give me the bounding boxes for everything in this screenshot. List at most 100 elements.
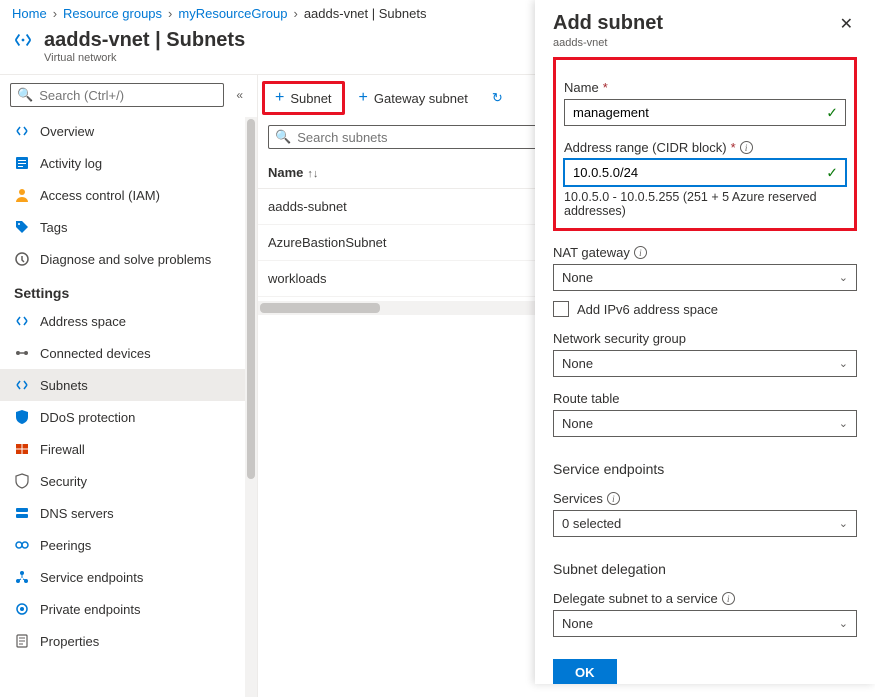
chevron-down-icon: ⌄: [839, 417, 848, 430]
nat-gateway-select[interactable]: None ⌄: [553, 264, 857, 291]
sidebar-item-label: Security: [40, 474, 87, 489]
range-label: Address range (CIDR block)* i: [564, 140, 846, 155]
sidebar-item-overview[interactable]: Overview: [0, 115, 257, 147]
sidebar-item-dns[interactable]: DNS servers: [0, 497, 257, 529]
nsg-label: Network security group: [553, 331, 857, 346]
sidebar: 🔍 « Overview Activity log Access control…: [0, 75, 258, 697]
chevron-down-icon: ⌄: [839, 517, 848, 530]
sidebar-item-label: DDoS protection: [40, 410, 135, 425]
breadcrumb-resource-groups[interactable]: Resource groups: [63, 6, 162, 21]
collapse-sidebar-button[interactable]: «: [232, 86, 247, 104]
sidebar-item-peerings[interactable]: Peerings: [0, 529, 257, 561]
sidebar-item-label: Firewall: [40, 442, 85, 457]
sidebar-item-private-endpoints[interactable]: Private endpoints: [0, 593, 257, 625]
page-subtitle: Virtual network: [44, 52, 245, 64]
sidebar-item-label: Overview: [40, 124, 94, 139]
service-endpoints-heading: Service endpoints: [553, 461, 857, 477]
sidebar-item-activity-log[interactable]: Activity log: [0, 147, 257, 179]
select-value: None: [562, 416, 593, 431]
sidebar-item-diagnose[interactable]: Diagnose and solve problems: [0, 243, 257, 275]
search-icon: 🔍: [275, 129, 291, 145]
security-icon: [14, 473, 30, 489]
breadcrumb-my-resource-group[interactable]: myResourceGroup: [178, 6, 287, 21]
add-subnet-button[interactable]: + Subnet: [262, 81, 345, 115]
sidebar-item-label: Tags: [40, 220, 67, 235]
breadcrumb-home[interactable]: Home: [12, 6, 47, 21]
sidebar-item-firewall[interactable]: Firewall: [0, 433, 257, 465]
sidebar-item-tags[interactable]: Tags: [0, 211, 257, 243]
breadcrumb-current: aadds-vnet | Subnets: [304, 6, 427, 21]
sidebar-item-label: Service endpoints: [40, 570, 143, 585]
vnet-outline-icon: [14, 123, 30, 139]
sidebar-item-label: Peerings: [40, 538, 91, 553]
sidebar-item-security[interactable]: Security: [0, 465, 257, 497]
ipv6-label: Add IPv6 address space: [577, 302, 718, 317]
toolbar-gateway-label: Gateway subnet: [374, 91, 468, 106]
select-value: None: [562, 270, 593, 285]
sidebar-item-service-endpoints[interactable]: Service endpoints: [0, 561, 257, 593]
sidebar-heading-settings: Settings: [0, 275, 257, 305]
sidebar-item-connected-devices[interactable]: Connected devices: [0, 337, 257, 369]
address-range-input[interactable]: [564, 159, 846, 186]
diagnose-icon: [14, 251, 30, 267]
subnets-icon: [14, 377, 30, 393]
sidebar-item-ddos[interactable]: DDoS protection: [0, 401, 257, 433]
ddos-icon: [14, 409, 30, 425]
add-subnet-panel: Add subnet aadds-vnet ✕ Name* ✓ Address …: [535, 0, 875, 684]
sidebar-scrollbar[interactable]: [245, 117, 257, 697]
sidebar-item-label: Diagnose and solve problems: [40, 252, 211, 267]
refresh-icon: ↻: [492, 90, 503, 106]
plus-icon: +: [275, 90, 284, 106]
sidebar-search[interactable]: 🔍: [10, 83, 224, 107]
info-icon[interactable]: i: [722, 592, 735, 605]
peerings-icon: [14, 537, 30, 553]
firewall-icon: [14, 441, 30, 457]
services-select[interactable]: 0 selected ⌄: [553, 510, 857, 537]
select-value: None: [562, 356, 593, 371]
chevron-down-icon: ⌄: [839, 357, 848, 370]
sidebar-item-label: Connected devices: [40, 346, 151, 361]
delegate-select[interactable]: None ⌄: [553, 610, 857, 637]
search-icon: 🔍: [17, 87, 33, 103]
close-icon[interactable]: ✕: [836, 12, 857, 36]
chevron-right-icon: ›: [168, 6, 172, 21]
info-icon[interactable]: i: [634, 246, 647, 259]
sidebar-item-label: DNS servers: [40, 506, 114, 521]
sidebar-nav: Overview Activity log Access control (IA…: [0, 115, 257, 697]
chevron-down-icon: ⌄: [839, 271, 848, 284]
name-label: Name*: [564, 80, 846, 95]
panel-title: Add subnet: [553, 12, 663, 35]
route-table-select[interactable]: None ⌄: [553, 410, 857, 437]
select-value: 0 selected: [562, 516, 621, 531]
info-icon[interactable]: i: [740, 141, 753, 154]
nat-label: NAT gateway i: [553, 245, 857, 260]
nsg-select[interactable]: None ⌄: [553, 350, 857, 377]
tags-icon: [14, 219, 30, 235]
page-title: aadds-vnet | Subnets: [44, 29, 245, 52]
ok-button[interactable]: OK: [553, 659, 617, 684]
checkmark-icon: ✓: [826, 104, 838, 121]
sidebar-item-subnets[interactable]: Subnets: [0, 369, 257, 401]
ipv6-checkbox[interactable]: [553, 301, 569, 317]
sidebar-item-label: Properties: [40, 634, 99, 649]
info-icon[interactable]: i: [607, 492, 620, 505]
route-table-label: Route table: [553, 391, 857, 406]
chevron-right-icon: ›: [293, 6, 297, 21]
sort-icon: ↑↓: [307, 168, 318, 180]
sidebar-item-address-space[interactable]: Address space: [0, 305, 257, 337]
iam-icon: [14, 187, 30, 203]
refresh-button[interactable]: ↻: [482, 84, 513, 112]
chevron-right-icon: ›: [53, 6, 57, 21]
sidebar-item-properties[interactable]: Properties: [0, 625, 257, 657]
highlighted-form-section: Name* ✓ Address range (CIDR block)* i ✓ …: [553, 57, 857, 231]
name-input[interactable]: [564, 99, 846, 126]
select-value: None: [562, 616, 593, 631]
vnet-icon: [12, 29, 34, 54]
services-label: Services i: [553, 491, 857, 506]
subnet-delegation-heading: Subnet delegation: [553, 561, 857, 577]
add-gateway-subnet-button[interactable]: + Gateway subnet: [349, 84, 478, 112]
sidebar-search-input[interactable]: [39, 88, 217, 103]
properties-icon: [14, 633, 30, 649]
activity-log-icon: [14, 155, 30, 171]
sidebar-item-iam[interactable]: Access control (IAM): [0, 179, 257, 211]
